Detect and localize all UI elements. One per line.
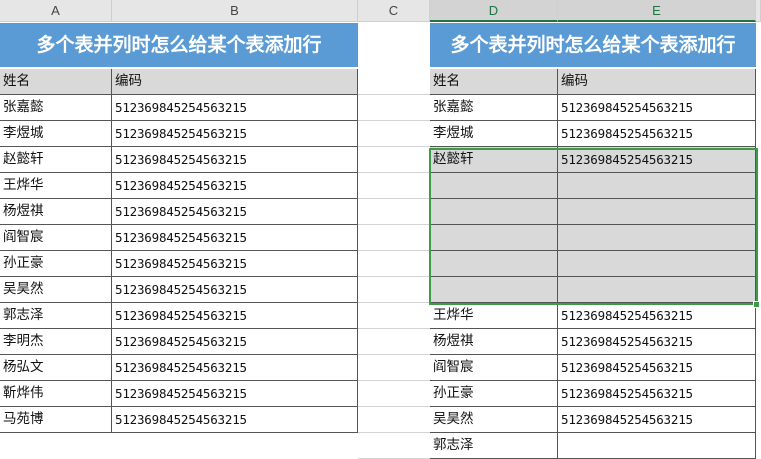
cell-code[interactable]: 512369845254563215 — [112, 199, 358, 225]
column-header-d[interactable]: D — [430, 0, 558, 22]
gridline — [358, 94, 430, 95]
cell-name[interactable]: 李煜城 — [430, 121, 558, 147]
gridline — [358, 328, 430, 329]
gridline — [358, 276, 430, 277]
cell-code[interactable]: 512369845254563215 — [112, 303, 358, 329]
column-header-b[interactable]: B — [112, 0, 358, 22]
cell-name[interactable]: 郭志泽 — [430, 433, 558, 459]
column-header-f[interactable] — [756, 0, 761, 22]
cell-name[interactable]: 吴昊然 — [0, 277, 112, 303]
cell-code[interactable]: 512369845254563215 — [112, 381, 358, 407]
cell-name[interactable]: 杨弘文 — [0, 355, 112, 381]
cell-code[interactable] — [558, 225, 756, 251]
cell-name[interactable] — [430, 225, 558, 251]
cell-name[interactable]: 孙正豪 — [0, 251, 112, 277]
gridline — [358, 120, 430, 121]
fill-handle[interactable] — [753, 301, 760, 308]
cell-code[interactable]: 512369845254563215 — [558, 121, 756, 147]
header-cell-code[interactable]: 编码 — [558, 69, 756, 95]
cell-name[interactable]: 王烨华 — [430, 303, 558, 329]
gridline — [358, 224, 430, 225]
cell-code[interactable]: 512369845254563215 — [112, 251, 358, 277]
cell-code[interactable]: 512369845254563215 — [558, 355, 756, 381]
cell-code[interactable] — [558, 251, 756, 277]
cell-code[interactable]: 512369845254563215 — [112, 225, 358, 251]
cell-name[interactable]: 赵懿轩 — [430, 147, 558, 173]
cell-code[interactable] — [558, 199, 756, 225]
cell-code[interactable]: 512369845254563215 — [112, 147, 358, 173]
cell-code[interactable]: 512369845254563215 — [112, 173, 358, 199]
cell-name[interactable]: 郭志泽 — [0, 303, 112, 329]
cell-code[interactable]: 512369845254563215 — [112, 277, 358, 303]
cell-code[interactable] — [558, 277, 756, 303]
cell-name[interactable]: 吴昊然 — [430, 407, 558, 433]
cell-code[interactable]: 512369845254563215 — [112, 355, 358, 381]
gridline — [358, 172, 430, 173]
cell-code[interactable] — [558, 433, 756, 459]
cell-code[interactable]: 512369845254563215 — [558, 147, 756, 173]
cell-code[interactable]: 512369845254563215 — [558, 95, 756, 121]
gridline — [358, 354, 430, 355]
header-cell-name[interactable]: 姓名 — [0, 69, 112, 95]
left-table-title[interactable]: 多个表并列时怎么给某个表添加行 — [0, 23, 358, 67]
cell-code[interactable]: 512369845254563215 — [112, 407, 358, 433]
cell-code[interactable]: 512369845254563215 — [112, 329, 358, 355]
gridline — [358, 146, 430, 147]
cell-name[interactable]: 张嘉懿 — [0, 95, 112, 121]
column-header-a[interactable]: A — [0, 0, 112, 22]
cell-code[interactable]: 512369845254563215 — [558, 303, 756, 329]
cell-code[interactable]: 512369845254563215 — [558, 381, 756, 407]
cell-name[interactable]: 杨煜祺 — [430, 329, 558, 355]
cell-name[interactable]: 王烨华 — [0, 173, 112, 199]
cell-name[interactable]: 阎智宸 — [430, 355, 558, 381]
cell-name[interactable] — [430, 277, 558, 303]
cell-name[interactable]: 赵懿轩 — [0, 147, 112, 173]
cell-name[interactable]: 杨煜祺 — [0, 199, 112, 225]
cell-name[interactable]: 李明杰 — [0, 329, 112, 355]
cell-code[interactable]: 512369845254563215 — [558, 329, 756, 355]
gridline — [358, 198, 430, 199]
column-header-e[interactable]: E — [558, 0, 756, 22]
cell-name[interactable] — [430, 251, 558, 277]
cell-name[interactable]: 阎智宸 — [0, 225, 112, 251]
cell-code[interactable]: 512369845254563215 — [558, 407, 756, 433]
cell-code[interactable] — [558, 173, 756, 199]
gridline — [358, 302, 430, 303]
cell-name[interactable]: 孙正豪 — [430, 381, 558, 407]
header-cell-name[interactable]: 姓名 — [430, 69, 558, 95]
gridline — [358, 380, 430, 381]
gridline — [358, 432, 430, 433]
cell-name[interactable]: 李煜城 — [0, 121, 112, 147]
cell-name[interactable]: 张嘉懿 — [430, 95, 558, 121]
cell-code[interactable]: 512369845254563215 — [112, 121, 358, 147]
gridline — [358, 250, 430, 251]
header-cell-code[interactable]: 编码 — [112, 69, 358, 95]
right-table-title[interactable]: 多个表并列时怎么给某个表添加行 — [430, 23, 756, 67]
cell-name[interactable] — [430, 173, 558, 199]
cell-code[interactable]: 512369845254563215 — [112, 95, 358, 121]
gridline — [358, 406, 430, 407]
cell-name[interactable]: 马苑博 — [0, 407, 112, 433]
cell-name[interactable] — [430, 199, 558, 225]
cell-name[interactable]: 靳烨伟 — [0, 381, 112, 407]
column-header-c[interactable]: C — [358, 0, 430, 22]
